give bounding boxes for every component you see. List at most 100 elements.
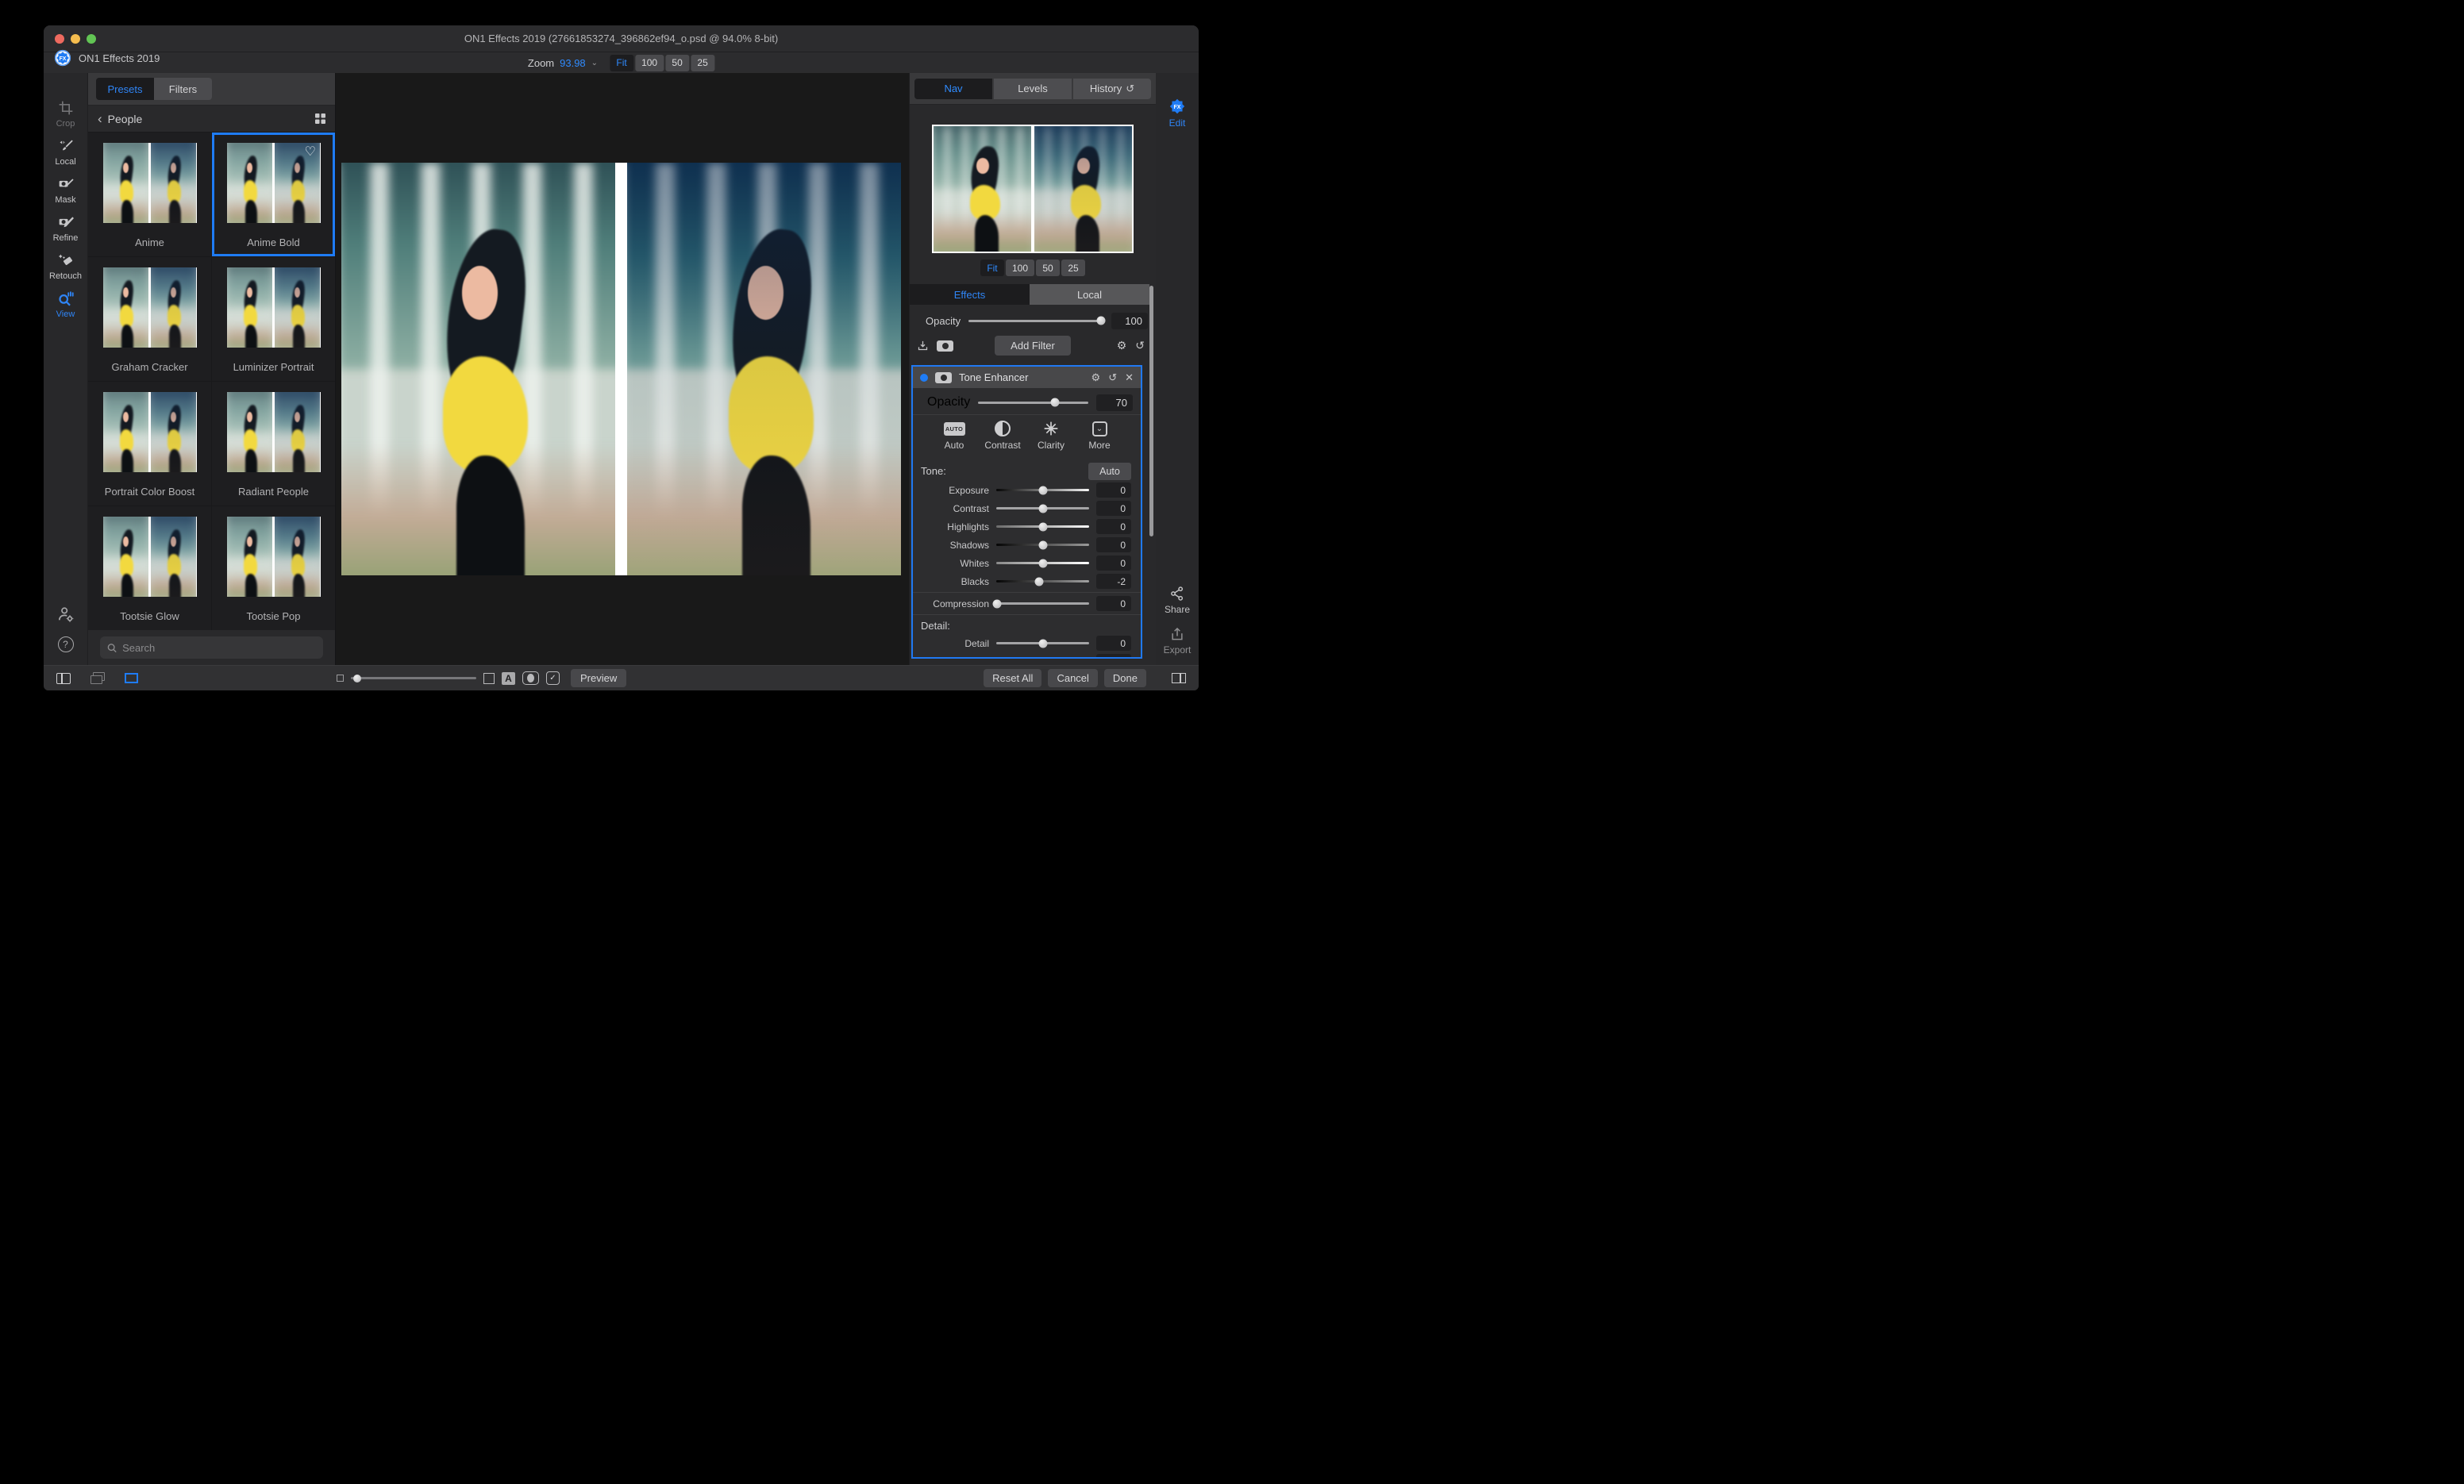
tool-retouch[interactable]: Retouch: [44, 252, 87, 281]
show-mask-button[interactable]: [522, 671, 539, 685]
tab-levels[interactable]: Levels: [994, 79, 1072, 99]
preset-cell[interactable]: Luminizer Portrait: [212, 257, 335, 381]
slider-track[interactable]: [996, 562, 1089, 564]
preset-cell[interactable]: Anime Bold: [212, 133, 335, 256]
slider-value[interactable]: 0: [1096, 654, 1131, 659]
preset-cell[interactable]: Anime: [88, 133, 211, 256]
compare-original-button[interactable]: A: [502, 672, 515, 685]
slider-value[interactable]: 0: [1096, 537, 1131, 552]
toggle-panels-icon[interactable]: [1172, 673, 1186, 683]
slider-value[interactable]: 0: [1096, 501, 1131, 516]
gear-icon[interactable]: ⚙: [1117, 339, 1127, 352]
compare-view[interactable]: [341, 163, 901, 575]
filter-gear-icon[interactable]: ⚙: [1091, 371, 1101, 384]
sidebar-view-icon[interactable]: [56, 673, 71, 684]
slider-value[interactable]: 0: [1096, 636, 1131, 651]
zoom-value[interactable]: 93.98: [560, 57, 586, 69]
chevron-down-icon[interactable]: ⌄: [591, 59, 598, 67]
grid-view-icon[interactable]: [315, 113, 325, 124]
export-button[interactable]: Export: [1164, 626, 1192, 655]
dual-view-icon[interactable]: [90, 672, 105, 684]
add-filter-button[interactable]: Add Filter: [995, 336, 1071, 356]
canvas-image-before[interactable]: [341, 163, 615, 575]
zoom-100-button[interactable]: 100: [635, 55, 664, 71]
tool-crop[interactable]: Crop: [44, 99, 87, 129]
zoom-50-button[interactable]: 50: [665, 55, 689, 71]
reset-icon[interactable]: ↺: [1135, 339, 1145, 352]
cancel-button[interactable]: Cancel: [1048, 669, 1097, 687]
tab-presets[interactable]: Presets: [96, 78, 154, 100]
filter-close-icon[interactable]: ✕: [1125, 371, 1134, 384]
soft-proof-button[interactable]: ✓: [546, 671, 560, 685]
contrast-quick-button[interactable]: Contrast: [982, 418, 1023, 459]
search-box[interactable]: [100, 636, 323, 659]
mask-icon[interactable]: [937, 340, 953, 352]
preset-cell[interactable]: Portrait Color Boost: [88, 382, 211, 506]
category-header[interactable]: ‹ People: [88, 106, 335, 132]
preset-thumb-after: [275, 517, 320, 597]
share-button[interactable]: Share: [1165, 586, 1190, 615]
preset-cell[interactable]: Tootsie Glow: [88, 506, 211, 630]
filter-opacity-slider[interactable]: [978, 402, 1088, 404]
filter-reset-icon[interactable]: ↺: [1108, 371, 1117, 384]
nav-fit-button[interactable]: Fit: [980, 260, 1004, 276]
import-preset-icon[interactable]: [917, 340, 929, 352]
filter-opacity-value[interactable]: 70: [1096, 394, 1133, 411]
slider-value[interactable]: 0: [1096, 556, 1131, 571]
help-icon[interactable]: ?: [58, 636, 74, 652]
auto-quick-button[interactable]: AUTO Auto: [934, 418, 975, 459]
nav-50-button[interactable]: 50: [1036, 260, 1060, 276]
done-button[interactable]: Done: [1104, 669, 1146, 687]
zoom-25-button[interactable]: 25: [691, 55, 714, 71]
account-settings-icon[interactable]: [57, 606, 75, 623]
canvas-image-after[interactable]: [627, 163, 901, 575]
nav-25-button[interactable]: 25: [1061, 260, 1085, 276]
slider-value[interactable]: 0: [1096, 482, 1131, 498]
slider-value[interactable]: 0: [1096, 519, 1131, 534]
edit-module-button[interactable]: FX Edit: [1168, 97, 1187, 129]
refine-pen-icon: [58, 213, 74, 231]
slider-value[interactable]: -2: [1096, 574, 1131, 589]
preset-thumb-after: [151, 267, 196, 348]
tab-filters[interactable]: Filters: [154, 78, 212, 100]
filter-mask-icon[interactable]: [935, 372, 952, 383]
zoom-fit-button[interactable]: Fit: [610, 55, 633, 71]
tab-history[interactable]: History ↺: [1073, 79, 1151, 99]
tool-refine[interactable]: Refine: [44, 213, 87, 243]
panel-scrollbar[interactable]: [1149, 286, 1153, 536]
slider-track[interactable]: [996, 489, 1089, 491]
preview-button[interactable]: Preview: [571, 669, 626, 687]
slider-track[interactable]: [996, 602, 1089, 605]
preset-cell[interactable]: Graham Cracker: [88, 257, 211, 381]
reset-all-button[interactable]: Reset All: [984, 669, 1041, 687]
tab-local[interactable]: Local: [1030, 284, 1149, 305]
master-opacity-value[interactable]: 100: [1111, 313, 1148, 329]
slider-track[interactable]: [996, 507, 1089, 509]
navigator-preview[interactable]: [932, 125, 1134, 253]
size-slider[interactable]: [351, 677, 476, 679]
right-panel: Nav Levels History ↺ Fit 100 50 25: [909, 73, 1156, 665]
tone-enhancer-header[interactable]: Tone Enhancer ⚙ ↺ ✕: [913, 367, 1141, 388]
preset-cell[interactable]: Radiant People: [212, 382, 335, 506]
slider-track[interactable]: [996, 642, 1089, 644]
slider-track[interactable]: [996, 580, 1089, 582]
single-view-icon[interactable]: [125, 673, 138, 683]
thumbnail-size-small-icon: [337, 675, 344, 682]
tab-effects[interactable]: Effects: [910, 284, 1030, 305]
slider-value[interactable]: 0: [1096, 596, 1131, 611]
clarity-quick-button[interactable]: Clarity: [1030, 418, 1072, 459]
tool-view[interactable]: View: [44, 290, 87, 319]
tone-auto-button[interactable]: Auto: [1088, 463, 1131, 480]
more-quick-button[interactable]: ⌄ More: [1079, 418, 1120, 459]
tool-mask[interactable]: Mask: [44, 175, 87, 205]
nav-100-button[interactable]: 100: [1006, 260, 1034, 276]
slider-track[interactable]: [996, 525, 1089, 528]
master-opacity-slider[interactable]: [968, 320, 1103, 322]
slider-track[interactable]: [996, 544, 1089, 546]
tab-nav[interactable]: Nav: [914, 79, 992, 99]
tool-local[interactable]: Local: [44, 137, 87, 167]
chevron-left-icon[interactable]: ‹: [98, 111, 102, 127]
filter-enabled-dot[interactable]: [920, 374, 928, 382]
preset-cell[interactable]: Tootsie Pop: [212, 506, 335, 630]
search-input[interactable]: [122, 642, 316, 654]
